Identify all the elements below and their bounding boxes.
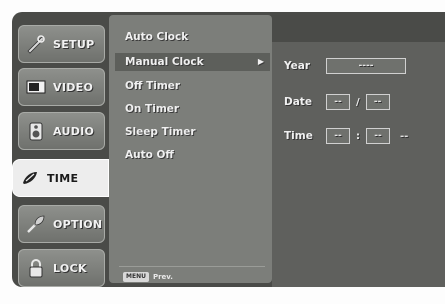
tab-label: OPTION (53, 217, 103, 231)
year-row: Year ---- (284, 57, 406, 75)
time-hour-field[interactable]: -- (326, 128, 350, 144)
audio-icon (29, 122, 43, 141)
time-menu: Auto Clock Manual Clock ▶ Off Timer On T… (109, 15, 272, 283)
menu-item-auto-clock[interactable]: Auto Clock (115, 28, 270, 46)
time-minute-field[interactable]: -- (366, 128, 390, 144)
menu-item-manual-clock[interactable]: Manual Clock ▶ (115, 53, 270, 71)
category-tabs: SETUP VIDEO AUDIO TIME OPTION LOCK (12, 12, 109, 287)
am-pm-field[interactable]: -- (400, 131, 408, 142)
time-label: Time (284, 130, 313, 142)
date-day-field[interactable]: -- (365, 94, 390, 110)
menu-item-label: Auto Clock (125, 31, 189, 43)
date-month-field[interactable]: -- (326, 94, 350, 110)
tab-setup[interactable]: SETUP (18, 25, 105, 63)
menu-item-sleep-timer[interactable]: Sleep Timer (115, 123, 270, 141)
menu-footer: MENU Prev. (123, 271, 173, 283)
time-icon (23, 172, 37, 184)
tab-time[interactable]: TIME (12, 159, 109, 197)
tab-label: SETUP (53, 37, 95, 51)
menu-divider (119, 266, 265, 267)
year-label: Year (284, 60, 311, 72)
tab-label: LOCK (53, 261, 87, 275)
date-label: Date (284, 96, 312, 108)
menu-item-label: Off Timer (125, 80, 181, 92)
menu-item-on-timer[interactable]: On Timer (115, 100, 270, 118)
tab-lock[interactable]: LOCK (18, 249, 105, 287)
tab-label: TIME (47, 171, 79, 185)
tab-option[interactable]: OPTION (18, 205, 105, 243)
date-separator: / (356, 96, 360, 108)
option-icon (27, 215, 45, 233)
menu-item-label: On Timer (125, 103, 180, 115)
submenu-arrow-icon: ▶ (257, 57, 264, 66)
year-field[interactable]: ---- (326, 58, 406, 74)
footer-label: Prev. (152, 273, 173, 281)
date-row: Date -- / -- (284, 93, 390, 111)
menu-item-label: Auto Off (125, 149, 174, 161)
menu-item-off-timer[interactable]: Off Timer (115, 77, 270, 95)
tv-menu-screen: SETUP VIDEO AUDIO TIME OPTION LOCK Auto … (0, 0, 445, 304)
video-icon (26, 80, 46, 94)
menu-key-icon: MENU (123, 272, 149, 282)
menu-item-label: Manual Clock (125, 56, 204, 68)
menu-item-auto-off[interactable]: Auto Off (115, 146, 270, 164)
time-separator: : (356, 130, 360, 142)
tab-label: AUDIO (53, 124, 95, 138)
tab-video[interactable]: VIDEO (18, 68, 105, 106)
menu-item-label: Sleep Timer (125, 126, 196, 138)
tab-label: VIDEO (53, 80, 94, 94)
manual-clock-panel: Year ---- Date -- / -- Time -- : -- -- (272, 42, 445, 287)
lock-icon (29, 259, 43, 278)
time-row: Time -- : -- -- (284, 127, 408, 145)
tab-audio[interactable]: AUDIO (18, 112, 105, 150)
setup-icon (27, 35, 45, 54)
